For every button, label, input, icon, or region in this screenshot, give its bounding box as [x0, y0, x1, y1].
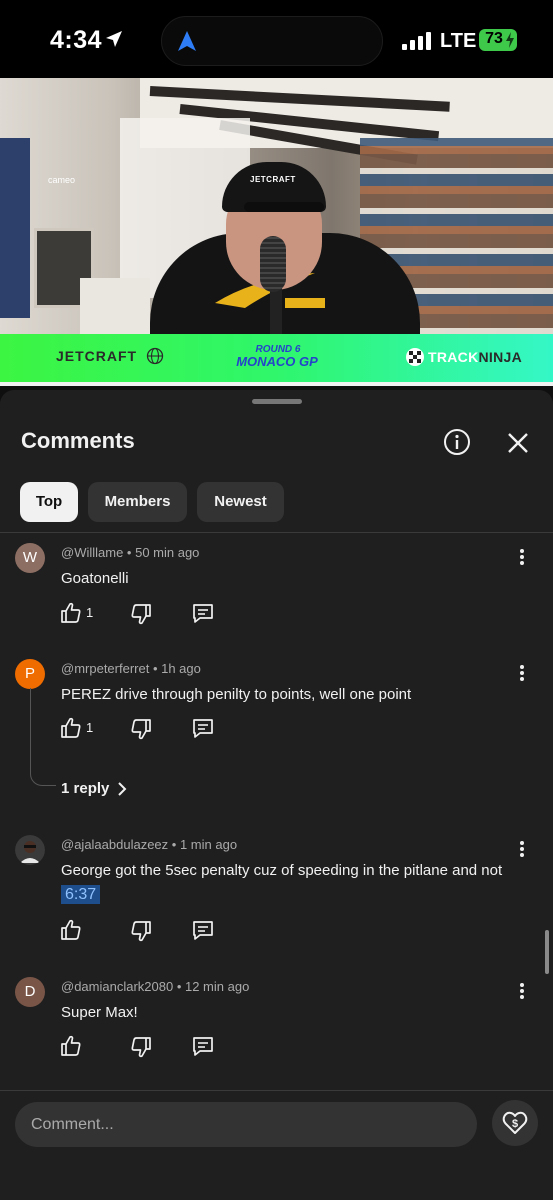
- comment-meta: @mrpeterferret • 1h ago: [61, 661, 201, 676]
- comment-text: PEREZ drive through penilty to points, w…: [61, 686, 412, 703]
- video-player[interactable]: cameo JETCRAFT: [0, 78, 553, 334]
- more-vertical-icon[interactable]: [512, 663, 532, 683]
- banner-sponsor-right: TRACKNINJA: [428, 349, 522, 365]
- dislike-icon[interactable]: [129, 602, 153, 626]
- cameo-watermark: cameo: [48, 175, 76, 185]
- video-banner: JETCRAFT ROUND 6 MONACO GP TRACKNINJA: [0, 334, 553, 382]
- battery-icon: 73: [479, 29, 517, 51]
- comment-compose-bar: $: [0, 1090, 553, 1200]
- battery-level: 73: [485, 30, 503, 47]
- status-bar: 4:34 LTE 73: [0, 0, 553, 78]
- dislike-icon[interactable]: [129, 1035, 153, 1059]
- super-thanks-button[interactable]: $: [492, 1100, 538, 1146]
- drag-handle[interactable]: [252, 399, 302, 404]
- close-icon[interactable]: [505, 430, 531, 456]
- avatar[interactable]: [15, 835, 45, 865]
- video-progress-bar[interactable]: [0, 382, 553, 386]
- comment-time: 1 min ago: [179, 837, 238, 852]
- filter-chip-newest[interactable]: Newest: [197, 482, 284, 522]
- timestamp-link[interactable]: 6:37: [61, 885, 101, 904]
- reply-thread-line: [30, 688, 56, 786]
- globe-icon: [146, 347, 164, 365]
- microphone: [260, 236, 286, 292]
- more-vertical-icon[interactable]: [512, 547, 532, 567]
- navigation-arrow-icon: [178, 31, 196, 51]
- comment-author[interactable]: @Willlame: [61, 545, 123, 560]
- filter-chip-members[interactable]: Members: [88, 482, 187, 522]
- signal-icon: [402, 32, 431, 50]
- like-count: 1: [86, 720, 94, 735]
- checkered-helmet-icon: [406, 348, 424, 366]
- comment-meta: @ajalaabdulazeez • 1 min ago: [61, 837, 238, 852]
- scrollbar[interactable]: [545, 930, 549, 974]
- comment-meta: @damianclark2080 • 12 min ago: [61, 979, 250, 994]
- info-icon[interactable]: [443, 428, 471, 456]
- banner-race: MONACO GP: [236, 354, 318, 369]
- reply-icon[interactable]: [191, 1034, 215, 1058]
- banner-sponsor-left: JETCRAFT: [56, 348, 138, 364]
- comment-meta: @Willlame • 50 min ago: [61, 545, 200, 560]
- comment-text: Goatonelli: [61, 570, 129, 587]
- comment-text: George got the 5sec penalty cuz of speed…: [61, 859, 521, 907]
- like-count: 1: [86, 605, 94, 620]
- replies-link[interactable]: 1 reply: [61, 780, 109, 797]
- like-icon[interactable]: [59, 716, 83, 740]
- reply-icon[interactable]: [191, 716, 215, 740]
- super-thanks-icon: $: [502, 1111, 528, 1134]
- comments-title: Comments: [21, 428, 135, 453]
- comment-input[interactable]: [15, 1102, 477, 1147]
- comment-time: 50 min ago: [135, 545, 200, 560]
- avatar[interactable]: W: [15, 543, 45, 573]
- comment-author[interactable]: @damianclark2080: [61, 979, 173, 994]
- filter-chip-top[interactable]: Top: [20, 482, 78, 522]
- status-time: 4:34: [50, 26, 103, 54]
- like-icon[interactable]: [59, 601, 83, 625]
- network-type: LTE: [440, 30, 477, 52]
- svg-text:$: $: [512, 1118, 518, 1130]
- left-shelf: [0, 138, 30, 318]
- charging-bolt-icon: [506, 32, 514, 48]
- dislike-icon[interactable]: [129, 717, 153, 741]
- avatar[interactable]: D: [15, 977, 45, 1007]
- like-icon[interactable]: [59, 918, 83, 942]
- more-vertical-icon[interactable]: [512, 839, 532, 859]
- cap-logo: JETCRAFT: [250, 175, 296, 184]
- banner-sponsor-right-a: TRACK: [428, 349, 479, 365]
- desk-object: [80, 278, 150, 334]
- cap-brim: [244, 202, 324, 212]
- divider: [0, 532, 553, 533]
- comment-text: Super Max!: [61, 1004, 138, 1021]
- banner-sponsor-right-b: NINJA: [478, 349, 523, 365]
- avatar[interactable]: P: [15, 659, 45, 689]
- dislike-icon[interactable]: [129, 919, 153, 943]
- reply-icon[interactable]: [191, 601, 215, 625]
- comment-time: 1h ago: [161, 661, 201, 676]
- comment-time: 12 min ago: [184, 979, 250, 994]
- comment-author[interactable]: @ajalaabdulazeez: [61, 837, 168, 852]
- video-progress-fill: [0, 382, 553, 386]
- comment-text-body: George got the 5sec penalty cuz of speed…: [61, 862, 503, 879]
- reply-icon[interactable]: [191, 918, 215, 942]
- chevron-right-icon[interactable]: [115, 782, 129, 796]
- comment-author[interactable]: @mrpeterferret: [61, 661, 149, 676]
- more-vertical-icon[interactable]: [512, 981, 532, 1001]
- location-arrow-icon: [106, 31, 122, 47]
- dynamic-island[interactable]: [161, 16, 383, 66]
- like-icon[interactable]: [59, 1034, 83, 1058]
